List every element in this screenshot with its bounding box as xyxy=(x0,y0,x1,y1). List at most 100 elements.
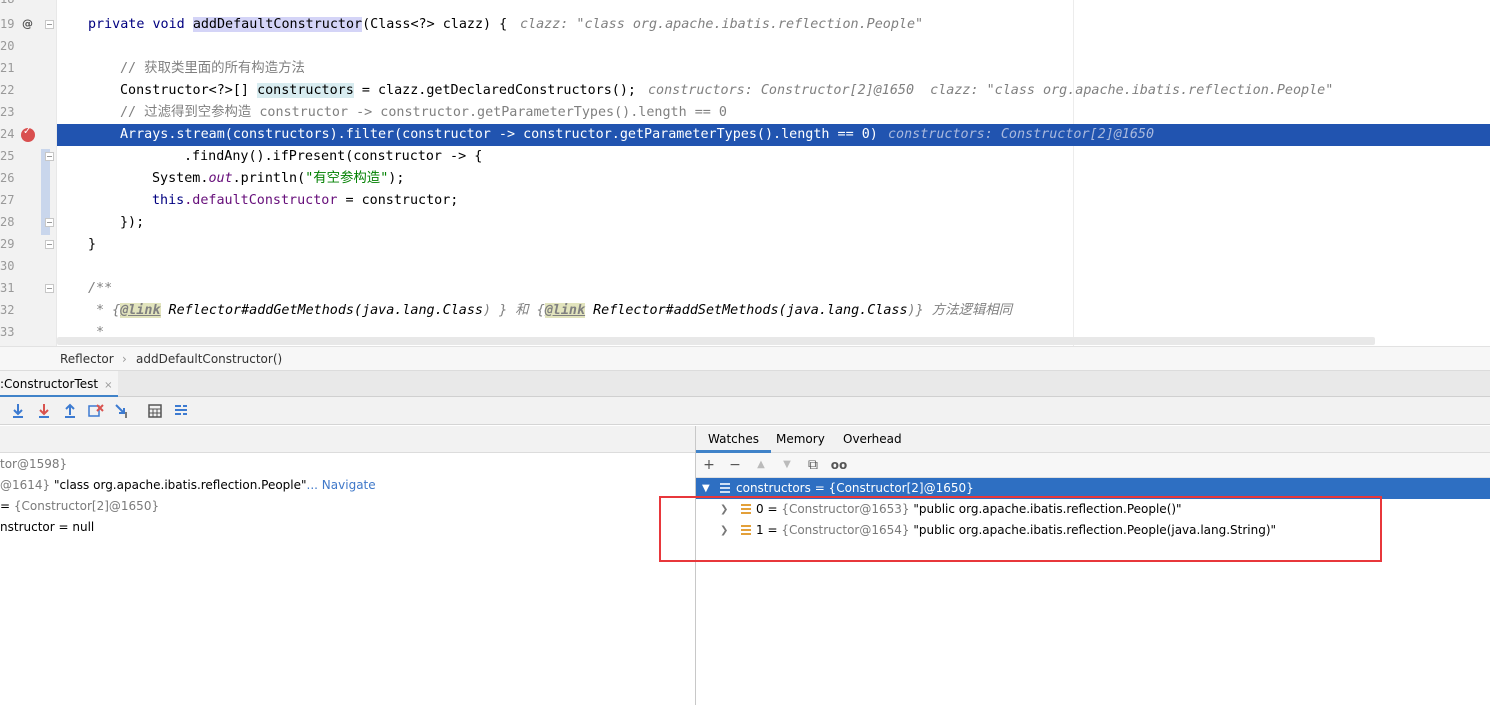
show-watches-in-variables-icon[interactable]: oo xyxy=(830,456,848,474)
override-marker-icon[interactable]: @ xyxy=(22,17,33,30)
code-line[interactable]: * {@link Reflector#addGetMethods(java.la… xyxy=(57,300,1490,322)
line-number: 21 xyxy=(0,61,15,75)
breadcrumb-class[interactable]: Reflector xyxy=(60,352,114,366)
breadcrumb-method[interactable]: addDefaultConstructor() xyxy=(136,352,282,366)
code-line[interactable]: .findAny().ifPresent(constructor -> { xyxy=(57,146,1490,168)
line-number: 22 xyxy=(0,83,15,97)
code-text: (Class<?> clazz) { xyxy=(362,17,508,32)
breadcrumb: Reflector › addDefaultConstructor() xyxy=(0,346,1490,371)
inline-debug-hint: constructors: Constructor[2]@1650 xyxy=(888,127,1155,142)
code-text: ); xyxy=(388,171,405,186)
line-number: 27 xyxy=(0,193,15,207)
current-execution-line[interactable]: Arrays.stream(constructors).filter(const… xyxy=(57,124,1490,146)
line-number: 29 xyxy=(0,237,15,251)
string-literal: "有空参构造" xyxy=(305,171,389,186)
variable-row[interactable]: tor@1598} xyxy=(0,454,67,475)
line-number: 18 xyxy=(0,0,14,6)
fold-marker-icon[interactable] xyxy=(45,152,54,161)
tab-memory[interactable]: Memory xyxy=(776,426,825,453)
javadoc-text: )} 方法逻辑相同 xyxy=(907,303,1013,318)
method-name[interactable]: addDefaultConstructor xyxy=(192,17,363,32)
variable-value: "class org.apache.ibatis.reflection.Peop… xyxy=(50,478,307,492)
watch-value: = {Constructor[2]@1650} xyxy=(810,481,974,495)
watch-toolbar: + − ▲ ▼ ⧉ oo xyxy=(696,453,1490,478)
drop-frame-icon[interactable] xyxy=(87,402,105,420)
javadoc-text: ) } 和 { xyxy=(482,303,545,318)
fold-marker-icon[interactable] xyxy=(45,240,54,249)
variable-row[interactable]: @1614} "class org.apache.ibatis.reflecti… xyxy=(0,475,376,496)
run-to-cursor-icon[interactable] xyxy=(113,402,131,420)
variable-ref: @1614} xyxy=(0,478,51,492)
line-number: 26 xyxy=(0,171,15,185)
line-number: 33 xyxy=(0,325,15,339)
code-text: Constructor<?>[] xyxy=(120,83,258,98)
close-icon[interactable]: × xyxy=(104,380,112,391)
move-down-icon[interactable]: ▼ xyxy=(778,456,796,474)
line-number: 19 xyxy=(0,17,15,31)
field-name: .defaultConstructor xyxy=(184,193,338,208)
javadoc-tag: @link xyxy=(544,303,586,318)
code-comment: // 获取类里面的所有构造方法 xyxy=(120,61,305,76)
variable-highlight[interactable]: constructors xyxy=(257,83,354,98)
javadoc-comment: /** xyxy=(88,281,113,296)
javadoc-link-type[interactable]: java.lang.Class xyxy=(787,303,908,318)
code-text: .println( xyxy=(232,171,306,186)
code-line[interactable]: // 获取类里面的所有构造方法 xyxy=(57,58,1490,80)
watch-tab-bar: Watches Memory Overhead xyxy=(696,426,1490,453)
variable-row[interactable]: nstructor = null xyxy=(0,517,94,538)
javadoc-link[interactable]: Reflector#addSetMethods( xyxy=(585,303,787,318)
javadoc-link[interactable]: Reflector#addGetMethods( xyxy=(161,303,363,318)
code-editor[interactable]: 18 19 20 21 22 23 24 25 26 27 28 29 30 3… xyxy=(0,0,1490,346)
code-line[interactable]: private void addDefaultConstructor(Class… xyxy=(57,14,1490,36)
array-icon xyxy=(720,483,730,494)
breadcrumb-separator: › xyxy=(122,352,127,366)
code-area[interactable]: private void addDefaultConstructor(Class… xyxy=(57,0,1490,346)
variable-name: nstructor = null xyxy=(0,520,95,534)
navigate-link[interactable]: ... Navigate xyxy=(307,478,376,492)
line-number: 30 xyxy=(0,259,15,273)
add-watch-icon[interactable]: + xyxy=(700,456,718,474)
variable-name: = xyxy=(0,499,14,513)
fold-marker-icon[interactable] xyxy=(45,218,54,227)
tab-watches[interactable]: Watches xyxy=(696,426,771,453)
line-number: 28 xyxy=(0,215,15,229)
copy-watch-icon[interactable]: ⧉ xyxy=(804,456,822,474)
editor-gutter[interactable]: 18 19 20 21 22 23 24 25 26 27 28 29 30 3… xyxy=(0,0,57,346)
trace-stream-icon[interactable] xyxy=(172,402,190,420)
code-text: = constructor; xyxy=(337,193,459,208)
force-step-into-icon[interactable] xyxy=(35,402,53,420)
code-line[interactable]: } xyxy=(57,234,1490,256)
remove-watch-icon[interactable]: − xyxy=(726,456,744,474)
code-line[interactable]: }); xyxy=(57,212,1490,234)
code-line[interactable]: // 过滤得到空参构造 constructor -> constructor.g… xyxy=(57,102,1490,124)
code-line[interactable]: System.out.println("有空参构造"); xyxy=(57,168,1490,190)
javadoc-text: * { xyxy=(96,303,121,318)
fold-marker-icon[interactable] xyxy=(45,284,54,293)
variable-row[interactable]: = {Constructor[2]@1650} xyxy=(0,496,159,517)
horizontal-scrollbar[interactable] xyxy=(57,337,1375,345)
fold-marker-icon[interactable] xyxy=(45,20,54,29)
variables-header xyxy=(0,426,695,453)
javadoc-link-type[interactable]: java.lang.Class xyxy=(362,303,483,318)
step-out-icon[interactable] xyxy=(61,402,79,420)
move-up-icon[interactable]: ▲ xyxy=(752,456,770,474)
variables-panel[interactable]: tor@1598} @1614} "class org.apache.ibati… xyxy=(0,453,695,705)
breakpoint-icon[interactable] xyxy=(21,126,35,142)
inline-debug-hint: clazz: "class org.apache.ibatis.reflecti… xyxy=(520,17,924,32)
line-number: 24 xyxy=(0,127,15,141)
javadoc-tag: @link xyxy=(120,303,161,318)
code-text: } xyxy=(88,237,97,252)
step-over-icon[interactable] xyxy=(9,402,27,420)
code-line[interactable]: this.defaultConstructor = constructor; xyxy=(57,190,1490,212)
line-number: 32 xyxy=(0,303,15,317)
code-text: Arrays.stream(constructors).filter(const… xyxy=(120,127,878,142)
debug-tab-bar: :ConstructorTest × xyxy=(0,371,1490,397)
debug-session-tab[interactable]: :ConstructorTest × xyxy=(0,371,119,397)
line-number: 23 xyxy=(0,105,15,119)
code-comment: // 过滤得到空参构造 constructor -> constructor.g… xyxy=(120,105,727,120)
evaluate-expression-icon[interactable] xyxy=(146,402,164,420)
code-text: }); xyxy=(120,215,145,230)
code-line[interactable]: /** xyxy=(57,278,1490,300)
tab-overhead[interactable]: Overhead xyxy=(843,426,902,453)
code-line[interactable]: Constructor<?>[] constructors = clazz.ge… xyxy=(57,80,1490,102)
